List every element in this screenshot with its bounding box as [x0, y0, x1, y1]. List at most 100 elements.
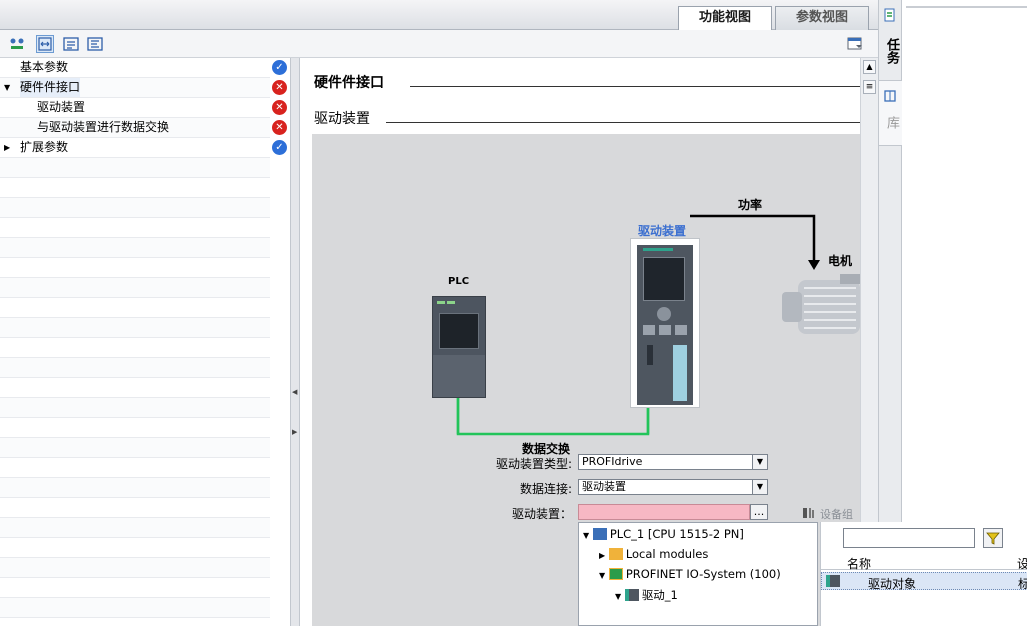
drive-type-select[interactable]: PROFIdrive ▼: [578, 454, 768, 470]
chevron-right-icon[interactable]: ▶: [599, 551, 605, 560]
motor-icon[interactable]: [782, 274, 860, 338]
expand-right-icon[interactable]: ▶: [292, 428, 297, 436]
tab-tasks[interactable]: 任务: [881, 26, 901, 76]
nav-item-label: 基本参数: [20, 60, 69, 74]
empty-row: [0, 478, 270, 498]
data-connection-select[interactable]: 驱动装置 ▼: [578, 479, 768, 495]
subsection-title: 驱动装置: [314, 111, 370, 127]
nav-item-data-exchange[interactable]: 与驱动装置进行数据交换: [0, 118, 270, 138]
scroll-thumb[interactable]: ≡: [863, 80, 876, 94]
nav-item-label: 硬件件接口: [20, 78, 81, 97]
tree-item-local-modules[interactable]: ▶ Local modules: [599, 547, 708, 561]
drive-module[interactable]: [630, 238, 700, 408]
status-error-icon: [272, 120, 287, 135]
expand-all-icon[interactable]: [62, 35, 80, 53]
plc-module[interactable]: [432, 296, 486, 398]
empty-row: [0, 298, 270, 318]
filter-button[interactable]: [983, 528, 1003, 548]
chevron-down-icon[interactable]: ▼: [752, 480, 767, 494]
fit-view-icon[interactable]: [36, 35, 54, 53]
empty-row: [0, 178, 270, 198]
motor-label: 电机: [828, 254, 853, 268]
empty-row: [0, 158, 270, 178]
empty-row: [0, 318, 270, 338]
task-icon: [883, 8, 897, 22]
tree-item-label: PROFINET IO-System (100): [625, 567, 781, 581]
empty-row: [0, 198, 270, 218]
folder-icon: [608, 548, 623, 560]
empty-row: [0, 438, 270, 458]
tab-library[interactable]: 库: [881, 107, 901, 137]
empty-row: [0, 278, 270, 298]
data-connection-label: 数据连接:: [519, 482, 572, 496]
collapse-left-icon[interactable]: ◀: [292, 388, 297, 396]
browse-button[interactable]: ...: [750, 504, 768, 520]
collapse-all-icon[interactable]: [86, 35, 104, 53]
drive-type-label: 驱动装置类型:: [495, 457, 572, 471]
section-title: 硬件件接口: [314, 75, 384, 91]
row-col2: 标: [1018, 577, 1027, 591]
chevron-down-icon[interactable]: ▼: [599, 571, 605, 580]
tree-item-drive-1[interactable]: ▼ 驱动_1: [615, 587, 678, 603]
empty-row: [0, 518, 270, 538]
filter-input[interactable]: [843, 528, 975, 548]
device-tree-popup: ▼ PLC_1 [CPU 1515-2 PN] ▶ Local modules …: [578, 522, 818, 626]
chevron-down-icon[interactable]: ▼: [615, 592, 621, 601]
empty-row: [0, 358, 270, 378]
nav-item-label: 与驱动装置进行数据交换: [37, 120, 170, 134]
chevron-right-icon[interactable]: ▶: [4, 138, 10, 157]
empty-row: [0, 558, 270, 578]
drive-type-value: PROFIdrive: [582, 455, 643, 468]
pane-splitter[interactable]: ◀ ▶: [290, 58, 300, 626]
drive-field-label: 驱动装置：: [511, 507, 572, 521]
tree-item-profinet[interactable]: ▼ PROFINET IO-System (100): [599, 567, 781, 581]
empty-row: [0, 238, 270, 258]
column-2-header[interactable]: 设: [1017, 555, 1027, 572]
tree-item-plc[interactable]: ▼ PLC_1 [CPU 1515-2 PN]: [583, 527, 744, 541]
status-error-icon: [272, 100, 287, 115]
empty-row: [0, 538, 270, 558]
tab-parameter-view[interactable]: 参数视图: [775, 6, 869, 30]
empty-row: [0, 598, 270, 618]
drive-icon: [624, 589, 639, 601]
task-panel: [902, 0, 1027, 522]
list-row-drive-object[interactable]: 驱动对象 标: [821, 572, 1027, 591]
nav-item-drive[interactable]: 驱动装置: [0, 98, 270, 118]
device-config-icon[interactable]: [802, 506, 816, 520]
list-header: 名称 设: [821, 554, 1027, 572]
panel-options-icon[interactable]: [846, 35, 864, 53]
section-divider: [410, 86, 860, 87]
plc-icon: [592, 528, 607, 540]
empty-row: [0, 418, 270, 438]
drive-field[interactable]: [578, 504, 750, 520]
parameter-navigation: 基本参数 ▼ 硬件件接口 驱动装置 与驱动装置进行数据交换 ▶ 扩展参数: [0, 58, 290, 626]
tab-function-view[interactable]: 功能视图: [678, 6, 772, 30]
empty-row: [0, 578, 270, 598]
chevron-down-icon[interactable]: ▼: [752, 455, 767, 469]
nav-item-hardware-interface[interactable]: ▼ 硬件件接口: [0, 78, 270, 98]
tab-library-bg[interactable]: 库: [879, 80, 903, 146]
view-tab-bar: 功能视图 参数视图: [0, 0, 878, 30]
chevron-down-icon[interactable]: ▼: [583, 531, 589, 540]
chevron-down-icon[interactable]: ▼: [4, 78, 10, 97]
column-name-header[interactable]: 名称: [847, 555, 871, 572]
nav-item-extended-params[interactable]: ▶ 扩展参数: [0, 138, 270, 158]
empty-row: [0, 218, 270, 238]
empty-row: [0, 398, 270, 418]
status-ok-icon: [272, 140, 287, 155]
library-icon: [883, 89, 897, 103]
nav-item-label: 扩展参数: [20, 140, 69, 154]
network-view-icon[interactable]: [8, 35, 26, 53]
filter-icon: [986, 532, 1000, 545]
status-ok-icon: [272, 60, 287, 75]
drive-label: 驱动装置: [638, 224, 687, 238]
plc-label: PLC: [448, 276, 470, 287]
toolbar: [0, 30, 878, 58]
nav-item-label: 驱动装置: [37, 100, 86, 114]
nav-item-basic-params[interactable]: 基本参数: [0, 58, 270, 78]
empty-row: [0, 338, 270, 358]
tree-item-label: PLC_1 [CPU 1515-2 PN]: [609, 527, 744, 541]
empty-row: [0, 258, 270, 278]
scroll-up-icon[interactable]: ▲: [863, 60, 876, 74]
subsection-divider: [386, 122, 860, 123]
